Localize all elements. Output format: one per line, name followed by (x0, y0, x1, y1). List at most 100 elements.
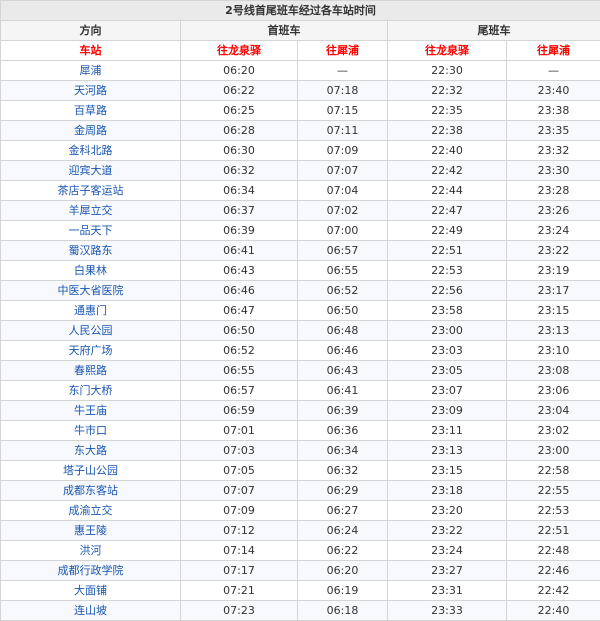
first-train-dir-b-time: 06:29 (298, 481, 388, 501)
station-header: 车站 (1, 41, 181, 61)
first-train-dir-b-time: 07:07 (298, 161, 388, 181)
last-train-dir-b-time: 23:00 (507, 441, 600, 461)
first-train-dir-b-time: 06:55 (298, 261, 388, 281)
table-row: 大面铺07:2106:1923:3122:42 (1, 581, 600, 601)
first-train-dir-a-time: 06:25 (181, 101, 298, 121)
station-name[interactable]: 牛王庙 (1, 401, 181, 421)
station-name[interactable]: 天河路 (1, 81, 181, 101)
station-name[interactable]: 金科北路 (1, 141, 181, 161)
station-name[interactable]: 百草路 (1, 101, 181, 121)
station-name[interactable]: 羊犀立交 (1, 201, 181, 221)
last-train-dir-b-time: 23:30 (507, 161, 600, 181)
table-row: 白果林06:4306:5522:5323:19 (1, 261, 600, 281)
last-train-dir-a-time: 22:51 (388, 241, 507, 261)
station-name[interactable]: 成都行政学院 (1, 561, 181, 581)
first-train-dir-b-time: 06:39 (298, 401, 388, 421)
table-row: 洪河07:1406:2223:2422:48 (1, 541, 600, 561)
first-train-dir-a-time: 06:39 (181, 221, 298, 241)
station-name[interactable]: 洪河 (1, 541, 181, 561)
last-train-dir-a-time: 23:31 (388, 581, 507, 601)
last-train-dir-a-time: 23:11 (388, 421, 507, 441)
station-name[interactable]: 天府广场 (1, 341, 181, 361)
last-train-dir-a-time: 23:22 (388, 521, 507, 541)
station-name[interactable]: 东大路 (1, 441, 181, 461)
last-train-dir-a-time: 23:00 (388, 321, 507, 341)
first-train-dir-a-time: 06:50 (181, 321, 298, 341)
table-row: 蜀汉路东06:4106:5722:5123:22 (1, 241, 600, 261)
last-train-dir-b-time: 23:13 (507, 321, 600, 341)
last-train-dir-a-time: 23:15 (388, 461, 507, 481)
first-train-dir-b-time: 06:22 (298, 541, 388, 561)
station-name[interactable]: 大面铺 (1, 581, 181, 601)
last-train-dir-b-time: 23:35 (507, 121, 600, 141)
first-train-dir-b-time: 07:02 (298, 201, 388, 221)
first-train-dir-a-time: 07:21 (181, 581, 298, 601)
first-train-dir-a-time: 07:12 (181, 521, 298, 541)
last-train-dir-a-time: 23:58 (388, 301, 507, 321)
station-name[interactable]: 白果林 (1, 261, 181, 281)
last-train-dir-b-time: 23:10 (507, 341, 600, 361)
last-train-dir-b-time: 23:04 (507, 401, 600, 421)
last-train-dir-b-time: — (507, 61, 600, 81)
last-train-header: 尾班车 (388, 21, 600, 41)
last-train-dir-a-time: 22:49 (388, 221, 507, 241)
station-name[interactable]: 惠王陵 (1, 521, 181, 541)
first-train-dir-a-time: 06:43 (181, 261, 298, 281)
station-name[interactable]: 东门大桥 (1, 381, 181, 401)
station-name[interactable]: 成都东客站 (1, 481, 181, 501)
first-train-header: 首班车 (181, 21, 388, 41)
last-train-dir-b-time: 22:55 (507, 481, 600, 501)
first-train-dir-b-time: 06:32 (298, 461, 388, 481)
station-name[interactable]: 迎宾大道 (1, 161, 181, 181)
table-row: 天河路06:2207:1822:3223:40 (1, 81, 600, 101)
station-name[interactable]: 金周路 (1, 121, 181, 141)
station-name[interactable]: 人民公园 (1, 321, 181, 341)
last-train-dir-b-time: 23:17 (507, 281, 600, 301)
first-train-dir-b-time: 06:46 (298, 341, 388, 361)
table-row: 百草路06:2507:1522:3523:38 (1, 101, 600, 121)
last-train-dir-b-time: 23:28 (507, 181, 600, 201)
last-train-dir-b-time: 22:53 (507, 501, 600, 521)
table-row: 迎宾大道06:3207:0722:4223:30 (1, 161, 600, 181)
last-train-dir-a-time: 23:13 (388, 441, 507, 461)
first-train-dir-b-time: 06:27 (298, 501, 388, 521)
table-row: 金科北路06:3007:0922:4023:32 (1, 141, 600, 161)
first-train-dir-b-time: 07:15 (298, 101, 388, 121)
first-train-dir-b-time: 06:36 (298, 421, 388, 441)
last-train-dir-a-time: 22:30 (388, 61, 507, 81)
first-train-dir-b-time: 06:57 (298, 241, 388, 261)
station-name[interactable]: 春熙路 (1, 361, 181, 381)
first-train-dir-a-time: 06:46 (181, 281, 298, 301)
last-train-dir-b-time: 23:08 (507, 361, 600, 381)
table-row: 成都东客站07:0706:2923:1822:55 (1, 481, 600, 501)
last-train-dir-b-time: 23:40 (507, 81, 600, 101)
first-dir-a-header: 往龙泉驿 (181, 41, 298, 61)
last-train-dir-a-time: 23:05 (388, 361, 507, 381)
last-train-dir-b-time: 23:19 (507, 261, 600, 281)
first-train-dir-b-time: — (298, 61, 388, 81)
first-train-dir-b-time: 07:18 (298, 81, 388, 101)
last-train-dir-b-time: 22:51 (507, 521, 600, 541)
station-name[interactable]: 塔子山公园 (1, 461, 181, 481)
first-train-dir-a-time: 07:17 (181, 561, 298, 581)
table-row: 成都行政学院07:1706:2023:2722:46 (1, 561, 600, 581)
table-row: 中医大省医院06:4606:5222:5623:17 (1, 281, 600, 301)
table-row: 羊犀立交06:3707:0222:4723:26 (1, 201, 600, 221)
station-name[interactable]: 牛市口 (1, 421, 181, 441)
first-train-dir-a-time: 06:32 (181, 161, 298, 181)
station-name[interactable]: 一品天下 (1, 221, 181, 241)
last-train-dir-a-time: 22:47 (388, 201, 507, 221)
station-name[interactable]: 蜀汉路东 (1, 241, 181, 261)
last-train-dir-b-time: 22:46 (507, 561, 600, 581)
table-row: 牛市口07:0106:3623:1123:02 (1, 421, 600, 441)
first-train-dir-a-time: 06:34 (181, 181, 298, 201)
station-name[interactable]: 犀浦 (1, 61, 181, 81)
station-name[interactable]: 茶店子客运站 (1, 181, 181, 201)
last-train-dir-b-time: 23:38 (507, 101, 600, 121)
station-name[interactable]: 通惠门 (1, 301, 181, 321)
first-train-dir-b-time: 06:19 (298, 581, 388, 601)
station-name[interactable]: 成渝立交 (1, 501, 181, 521)
first-train-dir-b-time: 07:00 (298, 221, 388, 241)
station-name[interactable]: 中医大省医院 (1, 281, 181, 301)
last-train-dir-a-time: 23:09 (388, 401, 507, 421)
